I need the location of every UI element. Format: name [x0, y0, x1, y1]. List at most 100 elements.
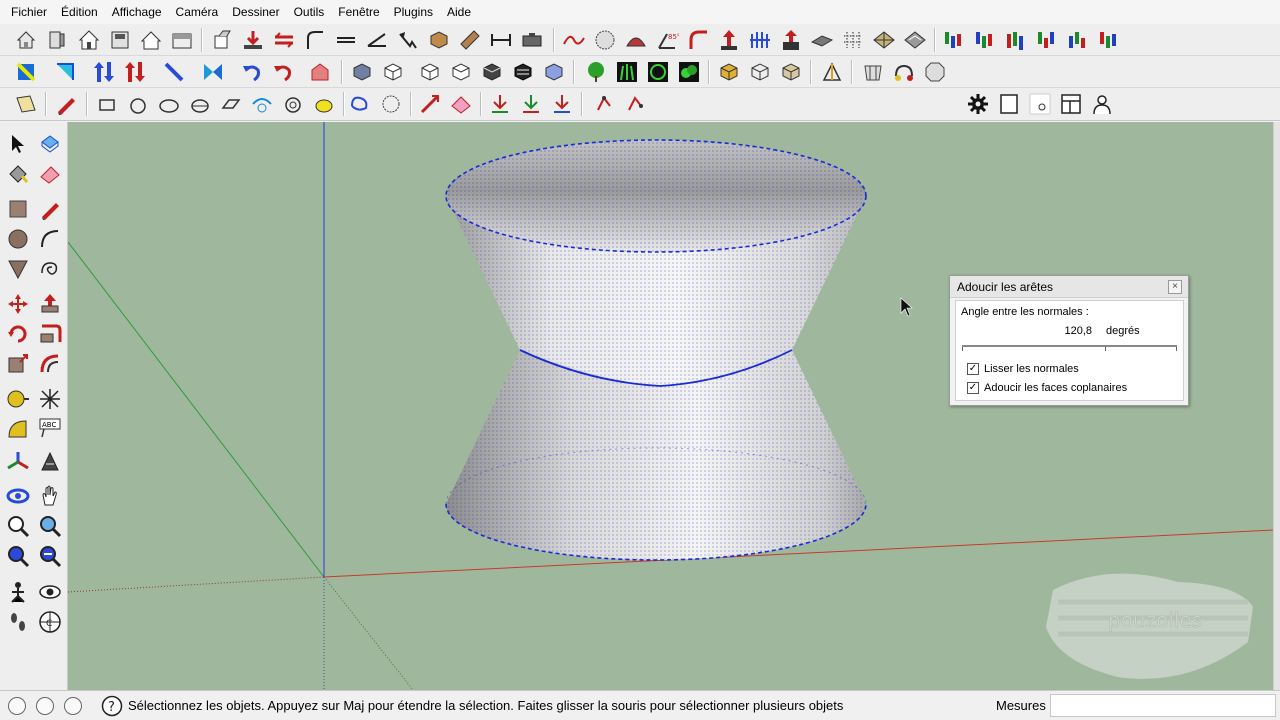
plugin-3-icon[interactable]	[1005, 28, 1029, 52]
push-pull-tool-icon[interactable]	[38, 292, 62, 316]
offset-tool-icon[interactable]	[38, 352, 62, 376]
pointer-tool-icon[interactable]	[396, 28, 420, 52]
pan-icon[interactable]	[38, 484, 62, 508]
open-icon[interactable]	[45, 28, 69, 52]
extrude-box-icon[interactable]	[779, 28, 803, 52]
arrows-2-icon[interactable]	[519, 92, 543, 116]
eraser-pink-icon[interactable]	[449, 92, 473, 116]
tree-icon[interactable]	[584, 60, 608, 84]
curve-tool-icon[interactable]	[562, 28, 586, 52]
loop-icon[interactable]	[348, 92, 372, 116]
shape-4-icon[interactable]	[188, 92, 212, 116]
layout-icon[interactable]	[1059, 92, 1083, 116]
push-pull-icon[interactable]	[210, 28, 234, 52]
zoom-icon[interactable]	[6, 514, 30, 538]
weld-icon[interactable]	[892, 60, 916, 84]
shape-7-icon[interactable]	[281, 92, 305, 116]
settings-gear-icon[interactable]	[966, 92, 990, 116]
box-yellow-icon[interactable]	[717, 60, 741, 84]
section-plane-icon[interactable]: C	[38, 610, 62, 634]
shape-5-icon[interactable]	[219, 92, 243, 116]
small-circle-icon[interactable]	[1028, 92, 1052, 116]
look-around-icon[interactable]	[38, 580, 62, 604]
mirror-icon[interactable]	[201, 60, 225, 84]
page-icon[interactable]	[997, 92, 1021, 116]
3d-viewport[interactable]: pouzolles	[68, 122, 1273, 690]
paint-bucket-icon[interactable]	[6, 162, 30, 186]
walk-icon[interactable]	[6, 610, 30, 634]
plane-tool-icon[interactable]	[810, 28, 834, 52]
menu-dessiner[interactable]: Dessiner	[225, 0, 286, 24]
component-icon[interactable]	[38, 132, 62, 156]
dialog-titlebar[interactable]: Adoucir les arêtes ×	[950, 276, 1188, 298]
cut-icon[interactable]	[108, 28, 132, 52]
new-icon[interactable]	[14, 28, 38, 52]
geo-location-icon[interactable]	[8, 697, 26, 715]
soften-coplanar-checkbox[interactable]: ✓	[967, 382, 979, 394]
user-status-icon[interactable]	[64, 697, 82, 715]
grid-tool-icon[interactable]	[748, 28, 772, 52]
tape-measure-icon[interactable]	[6, 387, 30, 411]
fillet-tool-icon[interactable]	[686, 28, 710, 52]
select-icon[interactable]	[14, 60, 38, 84]
zoom-window-icon[interactable]	[38, 514, 62, 538]
rectangle-icon[interactable]	[6, 197, 30, 221]
help-icon[interactable]: ?	[101, 695, 123, 717]
updown-red-icon[interactable]	[123, 60, 147, 84]
menu-camera[interactable]: Caméra	[169, 0, 226, 24]
plugin-1-icon[interactable]	[943, 28, 967, 52]
angle-value[interactable]: 120,8	[1058, 325, 1092, 337]
angle-slider[interactable]	[962, 345, 1177, 353]
follow-me-icon[interactable]	[272, 28, 296, 52]
extrude-up-icon[interactable]	[717, 28, 741, 52]
front-view-icon[interactable]	[418, 60, 442, 84]
shape-2-icon[interactable]	[126, 92, 150, 116]
menu-fichier[interactable]: Fichier	[4, 0, 54, 24]
grass-icon[interactable]	[615, 60, 639, 84]
dimension-tool-icon[interactable]	[489, 28, 513, 52]
pencil-red-icon[interactable]	[54, 92, 78, 116]
menu-aide[interactable]: Aide	[440, 0, 478, 24]
pencil-icon[interactable]	[38, 197, 62, 221]
user-icon[interactable]	[1090, 92, 1114, 116]
shape-6-icon[interactable]	[250, 92, 274, 116]
updown-icon[interactable]	[92, 60, 116, 84]
arrows-3-icon[interactable]	[550, 92, 574, 116]
move-tool-icon[interactable]	[6, 292, 30, 316]
arrows-1-icon[interactable]	[488, 92, 512, 116]
camera-tool-icon[interactable]	[520, 28, 544, 52]
model-canvas[interactable]: pouzolles	[68, 122, 1273, 690]
plugin-6-icon[interactable]	[1098, 28, 1122, 52]
wood-tool-icon[interactable]	[458, 28, 482, 52]
erase-red-icon[interactable]	[308, 60, 332, 84]
loop-2-icon[interactable]	[379, 92, 403, 116]
rotate-red-2-icon[interactable]	[623, 92, 647, 116]
bottom-view-icon[interactable]	[542, 60, 566, 84]
copy-icon[interactable]	[139, 28, 163, 52]
terrain-tool-icon[interactable]	[903, 28, 927, 52]
face-tool-icon[interactable]	[14, 92, 38, 116]
loft-tool-icon[interactable]	[624, 28, 648, 52]
previous-view-icon[interactable]	[38, 544, 62, 568]
right-view-icon[interactable]	[449, 60, 473, 84]
face-icon[interactable]	[53, 60, 77, 84]
menu-edition[interactable]: Édition	[54, 0, 105, 24]
sphere-tool-icon[interactable]	[593, 28, 617, 52]
line-tool-icon[interactable]	[334, 28, 358, 52]
arc-icon[interactable]	[38, 227, 62, 251]
shape-1-icon[interactable]	[95, 92, 119, 116]
redo-icon[interactable]	[271, 60, 295, 84]
box-tan-icon[interactable]	[779, 60, 803, 84]
shrub-icon[interactable]	[646, 60, 670, 84]
bush-icon[interactable]	[677, 60, 701, 84]
axes-icon[interactable]	[6, 450, 30, 474]
mesh-tool-icon[interactable]	[872, 28, 896, 52]
rotate-tool-icon[interactable]	[6, 322, 30, 346]
shape-3-icon[interactable]	[157, 92, 181, 116]
rotate-red-icon[interactable]	[592, 92, 616, 116]
undo-icon[interactable]	[240, 60, 264, 84]
arc-tool-icon[interactable]	[303, 28, 327, 52]
extend-icon[interactable]	[418, 92, 442, 116]
paste-icon[interactable]	[170, 28, 194, 52]
close-icon[interactable]: ×	[1168, 280, 1182, 294]
